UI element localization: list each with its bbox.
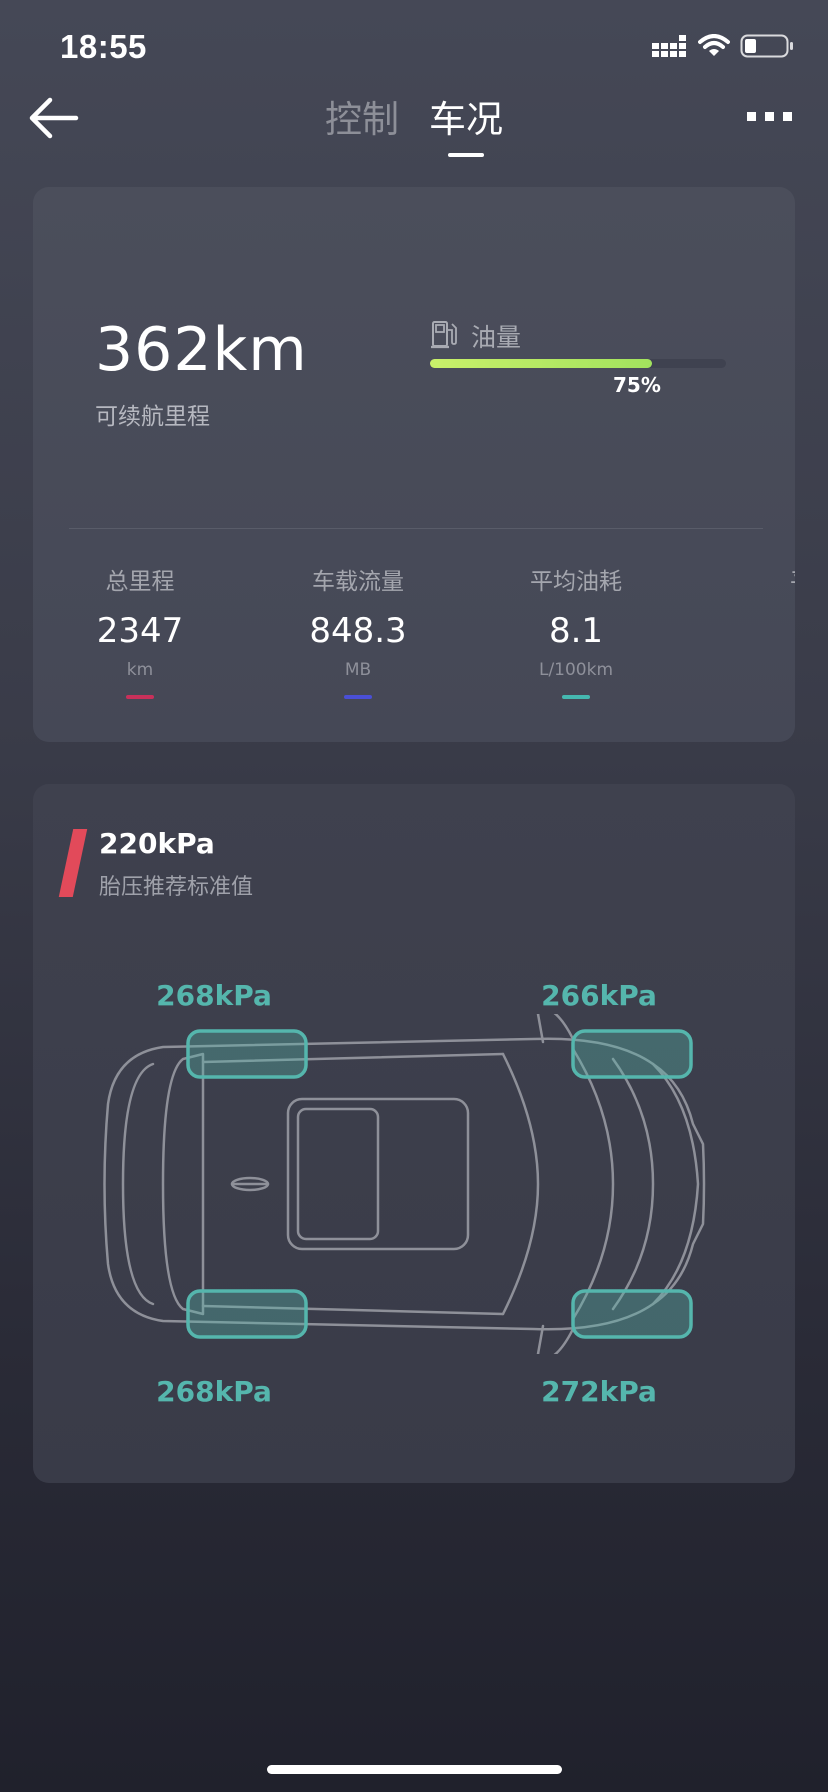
divider bbox=[69, 528, 763, 529]
stat-total-mileage: 总里程 2347 km bbox=[40, 567, 240, 699]
stat-label: 平均油耗 bbox=[530, 569, 622, 595]
vehicle-summary-card: 362km 可续航里程 油量 75% 总里程 2347 km 车载流量 848.… bbox=[33, 187, 795, 742]
stat-value: 2347 bbox=[96, 611, 184, 651]
stat-data-usage: 车载流量 848.3 MB bbox=[258, 567, 458, 699]
stat-label: 总里程 bbox=[105, 569, 175, 595]
stat-color-bar bbox=[126, 695, 154, 699]
battery-icon bbox=[740, 34, 793, 58]
more-button[interactable] bbox=[747, 112, 792, 121]
fuel-label: 油量 bbox=[471, 323, 522, 352]
tire-pressure-rear-right: 272kPa bbox=[541, 1375, 657, 1408]
home-indicator[interactable] bbox=[267, 1765, 562, 1774]
tire-pressure-front-left: 268kPa bbox=[156, 979, 272, 1012]
range-label: 可续航里程 bbox=[95, 404, 210, 430]
stat-unit: MB bbox=[344, 660, 372, 680]
stat-unit: L/100km bbox=[538, 660, 614, 680]
tire-pressure-front-right: 266kPa bbox=[541, 979, 657, 1012]
tire-standard-label: 胎压推荐标准值 bbox=[99, 875, 254, 900]
tire-pressure-rear-left: 268kPa bbox=[156, 1375, 272, 1408]
stat-avg-fuel: 平均油耗 8.1 L/100km bbox=[476, 567, 676, 699]
tab-control-label: 控制 bbox=[325, 98, 399, 141]
stat-color-bar bbox=[344, 695, 372, 699]
more-dot bbox=[765, 112, 774, 121]
status-icons bbox=[652, 34, 794, 58]
car-outline-icon bbox=[103, 1014, 706, 1354]
status-time: 18:55 bbox=[60, 28, 147, 65]
tire-pressure-card: 220kPa 胎压推荐标准值 268kPa 266kPa 268kPa 272k… bbox=[33, 784, 795, 1483]
more-dots-icon bbox=[747, 112, 756, 121]
signal-icon bbox=[652, 35, 686, 57]
status-bar: 18:55 bbox=[0, 0, 828, 100]
stats-scroller[interactable]: 总里程 2347 km 车载流量 848.3 MB 平均油耗 8.1 L/100… bbox=[33, 567, 795, 717]
tire-standard-value: 220kPa bbox=[99, 827, 215, 860]
stat-avg-partial: 平均 2 km bbox=[713, 567, 795, 699]
stat-value: 848.3 bbox=[309, 611, 407, 651]
tire-flag-marker bbox=[58, 829, 88, 897]
stat-unit: km bbox=[126, 660, 154, 680]
stat-color-bar bbox=[562, 695, 590, 699]
stat-label: 车载流量 bbox=[312, 569, 404, 595]
stat-value: 2 bbox=[713, 609, 795, 653]
tab-bar: 控制 车况 bbox=[0, 96, 828, 157]
fuel-level-bar bbox=[430, 359, 726, 368]
active-tab-indicator bbox=[448, 153, 484, 157]
fuel-level-fill bbox=[430, 359, 652, 368]
fuel-pump-icon bbox=[431, 321, 457, 349]
wifi-icon bbox=[698, 34, 730, 56]
fuel-percent: 75% bbox=[613, 373, 661, 397]
tab-vehicle-status-label: 车况 bbox=[429, 98, 503, 141]
stat-unit: km bbox=[713, 659, 795, 681]
stat-value: 8.1 bbox=[548, 611, 604, 651]
tab-control[interactable]: 控制 bbox=[325, 96, 399, 144]
range-value: 362km bbox=[95, 315, 308, 385]
top-navigation: 控制 车况 bbox=[0, 96, 828, 166]
more-dot bbox=[783, 112, 792, 121]
stat-label: 平均 bbox=[713, 567, 795, 597]
tab-vehicle-status[interactable]: 车况 bbox=[429, 96, 503, 157]
